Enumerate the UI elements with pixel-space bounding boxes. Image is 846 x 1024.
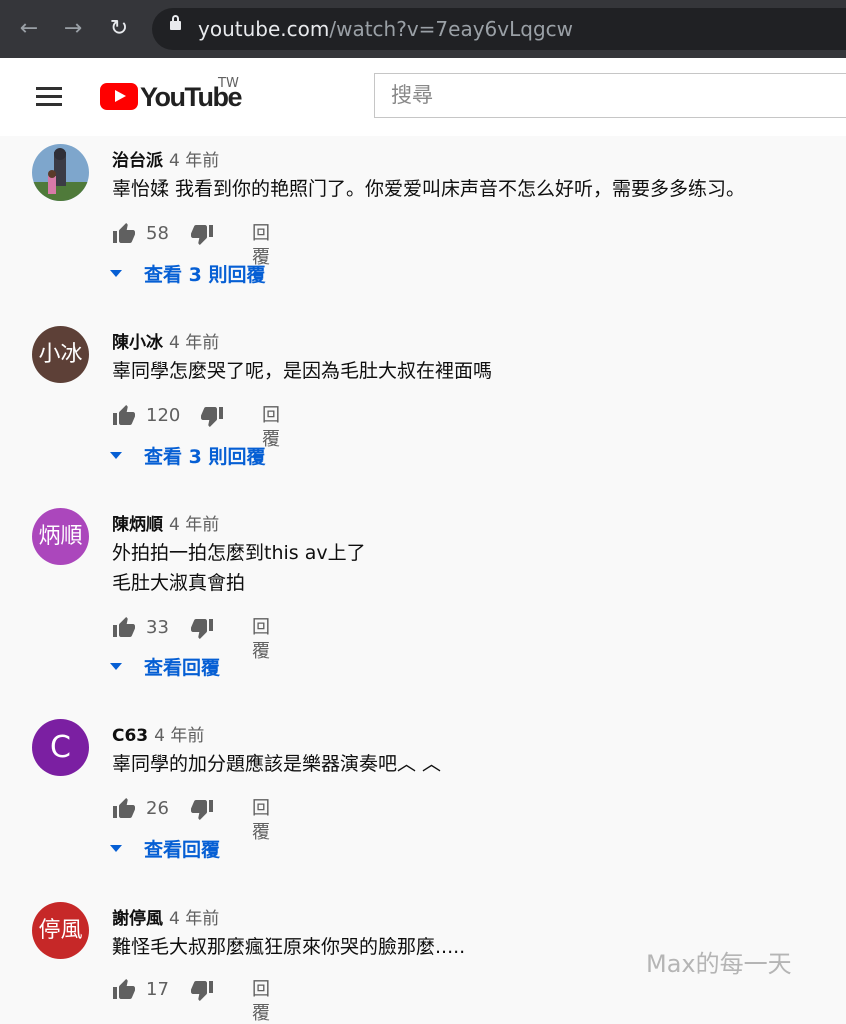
caret-down-icon	[110, 452, 122, 459]
reply-button[interactable]: 回覆	[252, 616, 270, 664]
region-code: TW	[218, 76, 239, 91]
like-icon[interactable]	[112, 797, 136, 821]
dislike-icon[interactable]	[190, 797, 214, 821]
reply-button[interactable]: 回覆	[252, 797, 270, 845]
watermark-text: Max的每一天	[646, 950, 792, 978]
reload-icon[interactable]: ↻	[104, 14, 134, 44]
comment-text: 辜怡媃 我看到你的艳照门了。你爱爱叫床声音不怎么好听，需要多多练习。	[112, 178, 746, 200]
avatar-photo	[32, 144, 89, 201]
avatar[interactable]: C	[32, 719, 89, 776]
like-icon[interactable]	[112, 404, 136, 428]
view-replies-button[interactable]: 查看 3 則回覆	[110, 261, 265, 289]
comment-text-line-2: 毛肚大淑真會拍	[112, 572, 246, 594]
browser-toolbar: ← → ↻ youtube.com/watch?v=7eay6vLqgcw	[0, 0, 846, 58]
comment-author[interactable]: 陳炳順 4 年前	[112, 510, 219, 535]
caret-down-icon	[110, 845, 122, 852]
reply-button[interactable]: 回覆	[252, 978, 270, 1024]
like-icon[interactable]	[112, 616, 136, 640]
back-arrow-icon[interactable]: ←	[14, 14, 44, 44]
view-replies-button[interactable]: 查看回覆	[110, 836, 220, 864]
like-count: 26	[146, 798, 169, 819]
youtube-header: YouTube TW 搜尋	[0, 58, 846, 136]
forward-arrow-icon[interactable]: →	[58, 14, 88, 44]
avatar[interactable]: 炳順	[32, 508, 89, 565]
url-text: youtube.com/watch?v=7eay6vLqgcw	[198, 17, 573, 41]
view-replies-button[interactable]: 查看 3 則回覆	[110, 443, 265, 471]
like-count: 58	[146, 223, 169, 244]
comment-text: 辜同學怎麼哭了呢，是因為毛肚大叔在裡面嗎	[112, 360, 493, 382]
like-count: 33	[146, 617, 169, 638]
like-icon[interactable]	[112, 222, 136, 246]
comment-text: 辜同學的加分題應該是樂器演奏吧︿ ︿	[112, 753, 442, 775]
menu-icon[interactable]	[36, 87, 62, 107]
lock-icon	[170, 15, 181, 30]
dislike-icon[interactable]	[190, 616, 214, 640]
youtube-play-icon	[100, 83, 138, 110]
avatar[interactable]: 小冰	[32, 326, 89, 383]
comment-author[interactable]: 謝停風 4 年前	[112, 904, 219, 929]
dislike-icon[interactable]	[190, 222, 214, 246]
caret-down-icon	[110, 270, 122, 277]
search-input[interactable]: 搜尋	[374, 73, 846, 118]
comment-text-line-1: 外拍拍一拍怎麼到this av上了	[112, 542, 366, 564]
comment-author[interactable]: 陳小冰 4 年前	[112, 328, 219, 353]
like-count: 120	[146, 405, 181, 426]
caret-down-icon	[110, 663, 122, 670]
comment-author[interactable]: C63 4 年前	[112, 721, 204, 746]
like-count: 17	[146, 979, 169, 1000]
view-replies-button[interactable]: 查看回覆	[110, 654, 220, 682]
comment-author[interactable]: 治台派 4 年前	[112, 146, 219, 171]
avatar[interactable]	[32, 144, 89, 201]
address-bar[interactable]: youtube.com/watch?v=7eay6vLqgcw	[152, 8, 846, 50]
dislike-icon[interactable]	[190, 978, 214, 1002]
dislike-icon[interactable]	[200, 404, 224, 428]
comment-text: 難怪毛大叔那麼瘋狂原來你哭的臉那麼.....	[112, 936, 466, 958]
like-icon[interactable]	[112, 978, 136, 1002]
avatar[interactable]: 停風	[32, 902, 89, 959]
